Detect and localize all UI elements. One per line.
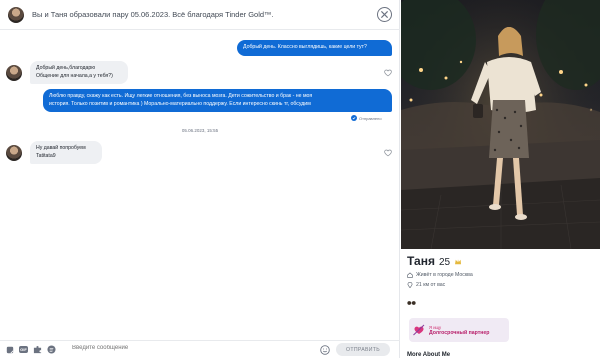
music-icon <box>47 345 56 354</box>
message-status: Отправлено <box>351 115 382 121</box>
close-icon <box>381 11 388 18</box>
profile-age: 25 <box>438 257 451 268</box>
message-line: история. Только позитив и романтика ) Мо… <box>49 100 311 107</box>
message-incoming[interactable]: Ну давай попробуем Tatitata9 <box>30 141 102 164</box>
chat-header: Вы и Таня образовали пару 05.06.2023. Вс… <box>0 0 400 30</box>
music-button[interactable] <box>47 345 56 354</box>
profile-name-row: Таня 25 <box>407 254 462 268</box>
match-banner-text: Вы и Таня образовали пару 05.06.2023. Вс… <box>32 10 274 19</box>
glasses-icon <box>407 301 416 305</box>
message-input[interactable] <box>72 345 272 351</box>
message-outgoing[interactable]: Люблю правду, скажу как есть. Ищу легкие… <box>43 89 392 112</box>
message-line: Люблю правду, скажу как есть. Ищу легкие… <box>49 93 313 99</box>
sent-check-icon <box>351 115 357 121</box>
chat-panel: Вы и Таня образовали пару 05.06.2023. Вс… <box>0 0 400 358</box>
message-timestamp: 05.06.2023, 15:55 <box>181 128 219 133</box>
profile-photo[interactable] <box>401 0 600 249</box>
sender-avatar[interactable] <box>6 65 22 81</box>
puzzle-icon <box>33 346 42 354</box>
sticker-button[interactable] <box>5 345 14 354</box>
home-icon <box>407 272 413 278</box>
puzzle-button[interactable] <box>33 345 42 354</box>
message-line: Общение для начала,а у тебя?) <box>36 72 113 79</box>
sticker-icon <box>6 346 13 353</box>
looking-for-value: Долгосрочный партнер <box>429 329 490 336</box>
sender-avatar[interactable] <box>6 145 22 161</box>
emoji-icon[interactable] <box>320 345 330 355</box>
cupid-arrow-icon <box>413 324 425 336</box>
distance-text: 21 км от вас <box>416 282 446 288</box>
heart-icon[interactable] <box>384 69 392 77</box>
message-line: Ну давай попробуем <box>36 145 86 151</box>
heart-icon[interactable] <box>384 149 392 157</box>
message-line: Добрый день,благодарю <box>36 65 96 71</box>
close-chat-button[interactable] <box>377 7 392 22</box>
message-line: Tatitata9 <box>36 152 56 159</box>
message-outgoing[interactable]: Добрый день. Классно выглядишь, какие це… <box>237 40 392 56</box>
match-avatar[interactable] <box>8 6 24 23</box>
send-button[interactable]: ОТПРАВИТЬ <box>336 343 390 356</box>
profile-distance: 21 км от вас <box>407 282 445 288</box>
profile-name: Таня <box>407 254 435 268</box>
gold-badge-icon <box>455 259 462 265</box>
profile-location: Живёт в городе Москва <box>407 272 473 278</box>
location-pin-icon <box>407 282 413 288</box>
looking-for-card: Я ищу Долгосрочный партнер <box>409 318 509 342</box>
gif-button[interactable]: GIF <box>19 345 28 354</box>
message-incoming[interactable]: Добрый день,благодарю Общение для начала… <box>30 61 128 84</box>
message-list: Добрый день. Классно выглядишь, какие це… <box>0 31 400 331</box>
status-text: Отправлено <box>359 115 382 121</box>
message-text: Добрый день. Классно выглядишь, какие це… <box>243 44 367 50</box>
gif-icon: GIF <box>19 346 28 353</box>
location-text: Живёт в городе Москва <box>416 272 473 278</box>
message-composer: GIF ОТПРАВИТЬ <box>0 340 400 358</box>
more-about-me-heading: More About Me <box>407 352 451 358</box>
photo-illustration <box>401 0 600 249</box>
profile-panel: Таня 25 Живёт в городе Москва 21 км от в… <box>401 0 600 358</box>
